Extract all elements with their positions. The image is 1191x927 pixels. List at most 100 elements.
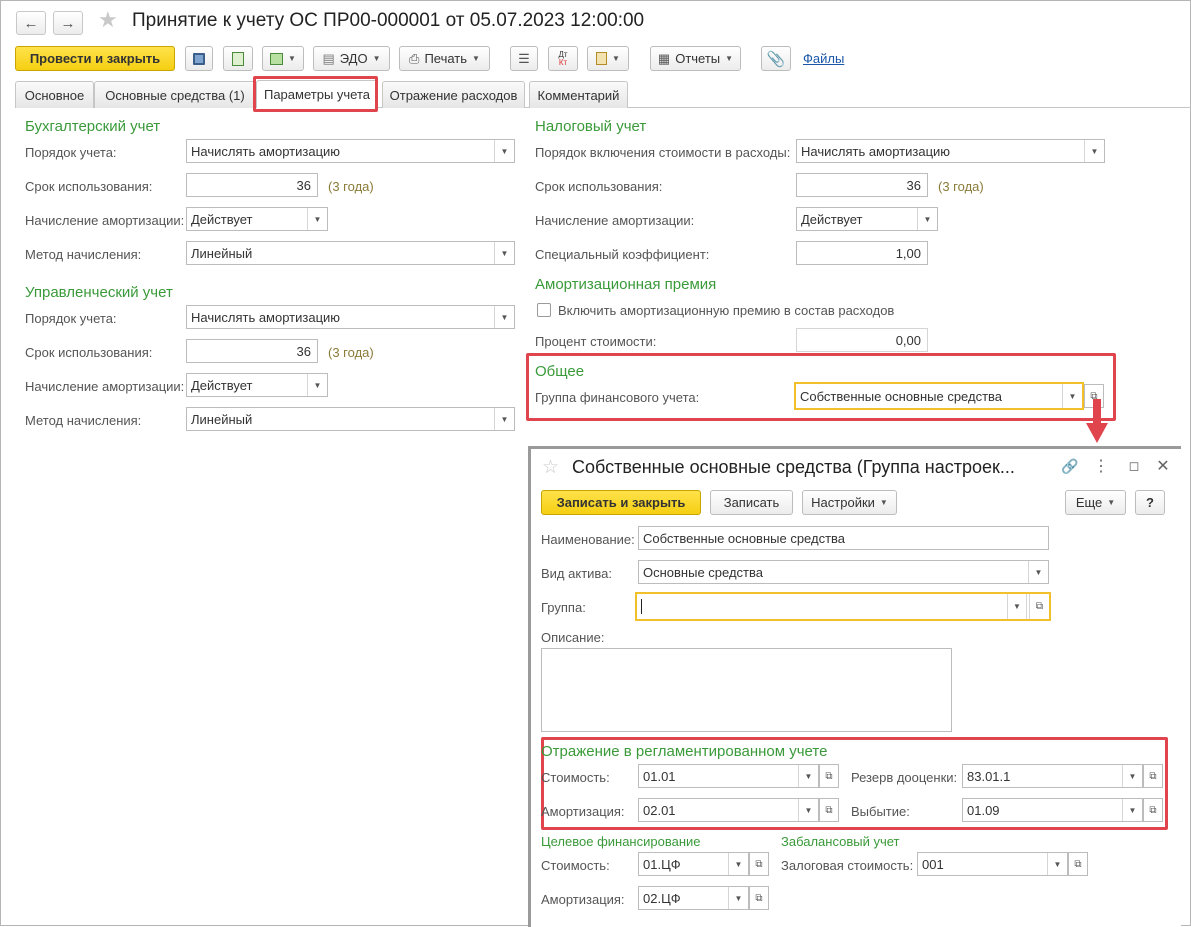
premium-checkbox[interactable] — [537, 303, 551, 317]
open-item-icon[interactable]: ⧉ — [749, 852, 769, 876]
favorite-star-icon[interactable]: ☆ — [542, 456, 559, 479]
dialog-disposal-select[interactable]: 01.09 ▼ — [962, 798, 1143, 822]
chevron-down-icon[interactable]: ▼ — [798, 765, 818, 787]
create-based-icon — [270, 52, 284, 65]
dialog-group-select[interactable]: ▼ ⧉ — [635, 592, 1051, 621]
window-title: Принятие к учету ОС ПР00-000001 от 05.07… — [132, 10, 645, 31]
open-item-icon[interactable]: ⧉ — [819, 798, 839, 822]
dialog-name-input[interactable]: Собственные основные средства — [638, 526, 1049, 550]
chevron-down-icon[interactable]: ▼ — [1122, 799, 1142, 821]
tab-main[interactable]: Основное — [15, 81, 94, 108]
post-button[interactable] — [223, 46, 253, 71]
text-cursor — [641, 599, 642, 614]
open-item-icon[interactable]: ⧉ — [819, 764, 839, 788]
accounting-dep-select[interactable]: Действует ▼ — [186, 207, 328, 231]
reports-button[interactable]: ▦ Отчеты ▼ — [650, 46, 741, 71]
chevron-down-icon[interactable]: ▼ — [1007, 594, 1027, 619]
chevron-down-icon[interactable]: ▼ — [1122, 765, 1142, 787]
chevron-down-icon[interactable]: ▼ — [1084, 140, 1104, 162]
general-group-select[interactable]: Собственные основные средства ▼ — [794, 382, 1084, 410]
accounting-method-label: Метод начисления: — [25, 247, 142, 262]
close-icon[interactable]: ✕ — [1154, 456, 1172, 476]
open-item-icon[interactable]: ⧉ — [1068, 852, 1088, 876]
accounting-method-select[interactable]: Линейный ▼ — [186, 241, 515, 265]
chevron-down-icon: ▼ — [612, 54, 620, 63]
dialog-pledge-select[interactable]: 001 ▼ — [917, 852, 1068, 876]
open-item-icon[interactable]: ⧉ — [1143, 764, 1163, 788]
tab-comment[interactable]: Комментарий — [529, 81, 628, 108]
attachments-menu-button[interactable]: ▼ — [587, 46, 629, 71]
dialog-cost-select[interactable]: 01.01 ▼ — [638, 764, 819, 788]
chevron-down-icon[interactable]: ▼ — [728, 853, 748, 875]
edo-button[interactable]: ▤ ЭДО ▼ — [313, 46, 390, 71]
tax-order-select[interactable]: Начислять амортизацию ▼ — [796, 139, 1105, 163]
chevron-down-icon[interactable]: ▼ — [494, 306, 514, 328]
chevron-down-icon[interactable]: ▼ — [307, 208, 327, 230]
chevron-down-icon[interactable]: ▼ — [494, 140, 514, 162]
write-and-close-button[interactable]: Записать и закрыть — [541, 490, 701, 515]
tab-fixed-assets[interactable]: Основные средства (1) — [94, 81, 256, 108]
chevron-down-icon[interactable]: ▼ — [798, 799, 818, 821]
tax-term-input[interactable]: 36 — [796, 173, 928, 197]
list-icon: ☰ — [518, 50, 530, 66]
chevron-down-icon[interactable]: ▼ — [1047, 853, 1067, 875]
premium-percent-input[interactable]: 0,00 — [796, 328, 928, 352]
chevron-down-icon: ▼ — [372, 54, 381, 63]
dt-kt-button[interactable]: Дт Кт — [548, 46, 578, 71]
dialog-amort-label: Амортизация: — [541, 804, 625, 819]
post-and-close-button[interactable]: Провести и закрыть — [15, 46, 175, 71]
tax-dep-label: Начисление амортизации: — [535, 213, 695, 228]
forward-button[interactable]: → — [53, 11, 83, 35]
help-button[interactable]: ? — [1135, 490, 1165, 515]
management-method-select[interactable]: Линейный ▼ — [186, 407, 515, 431]
dialog-reserve-select[interactable]: 83.01.1 ▼ — [962, 764, 1143, 788]
dialog-reg-title: Отражение в регламентированном учете — [541, 743, 828, 760]
chevron-down-icon[interactable]: ▼ — [917, 208, 937, 230]
dt-kt-icon: Дт Кт — [558, 49, 568, 67]
write-button[interactable]: Записать — [710, 490, 793, 515]
management-term-input[interactable]: 36 — [186, 339, 318, 363]
dialog-tcost-select[interactable]: 01.ЦФ ▼ — [638, 852, 749, 876]
tax-coef-input[interactable]: 1,00 — [796, 241, 928, 265]
chevron-down-icon[interactable]: ▼ — [494, 242, 514, 264]
maximize-icon[interactable]: ◻ — [1125, 456, 1143, 476]
link-icon[interactable]: 🔗 — [1060, 456, 1080, 476]
chevron-down-icon[interactable]: ▼ — [307, 374, 327, 396]
tax-section-title: Налоговый учет — [535, 118, 647, 135]
open-item-icon[interactable]: ⧉ — [1029, 594, 1049, 619]
save-button[interactable] — [185, 46, 213, 71]
management-dep-select[interactable]: Действует ▼ — [186, 373, 328, 397]
dialog-desc-textarea[interactable] — [541, 648, 952, 732]
dialog-cost-label: Стоимость: — [541, 770, 610, 785]
files-link[interactable]: Файлы — [803, 51, 844, 66]
tab-expense-reflection[interactable]: Отражение расходов — [382, 81, 525, 108]
dialog-asset-label: Вид актива: — [541, 566, 613, 581]
open-item-icon[interactable]: ⧉ — [1143, 798, 1163, 822]
back-button[interactable]: ← — [16, 11, 46, 35]
print-button[interactable]: ⎙ Печать ▼ — [399, 46, 490, 71]
management-order-select[interactable]: Начислять амортизацию ▼ — [186, 305, 515, 329]
favorite-star-icon[interactable]: ★ — [98, 7, 118, 33]
attach-file-button[interactable]: 📎 — [761, 46, 791, 71]
chevron-down-icon[interactable]: ▼ — [1062, 384, 1082, 408]
premium-checkbox-label: Включить амортизационную премию в состав… — [558, 303, 895, 318]
open-item-icon[interactable]: ⧉ — [749, 886, 769, 910]
more-button[interactable]: Еще ▼ — [1065, 490, 1126, 515]
chevron-down-icon: ▼ — [879, 498, 888, 507]
accounting-order-select[interactable]: Начислять амортизацию ▼ — [186, 139, 515, 163]
settings-button[interactable]: Настройки ▼ — [802, 490, 897, 515]
dialog-tamort-select[interactable]: 02.ЦФ ▼ — [638, 886, 749, 910]
accounting-term-input[interactable]: 36 — [186, 173, 318, 197]
report-icon: ▦ — [657, 50, 671, 66]
post-document-icon — [232, 51, 244, 66]
create-based-on-button[interactable]: ▼ — [262, 46, 304, 71]
more-vertical-icon[interactable]: ⋮ — [1093, 456, 1109, 476]
dialog-amort-select[interactable]: 02.01 ▼ — [638, 798, 819, 822]
premium-percent-label: Процент стоимости: — [535, 334, 657, 349]
chevron-down-icon[interactable]: ▼ — [1028, 561, 1048, 583]
chevron-down-icon[interactable]: ▼ — [494, 408, 514, 430]
chevron-down-icon[interactable]: ▼ — [728, 887, 748, 909]
dialog-asset-select[interactable]: Основные средства ▼ — [638, 560, 1049, 584]
document-list-button[interactable]: ☰ — [510, 46, 538, 71]
tax-dep-select[interactable]: Действует ▼ — [796, 207, 938, 231]
